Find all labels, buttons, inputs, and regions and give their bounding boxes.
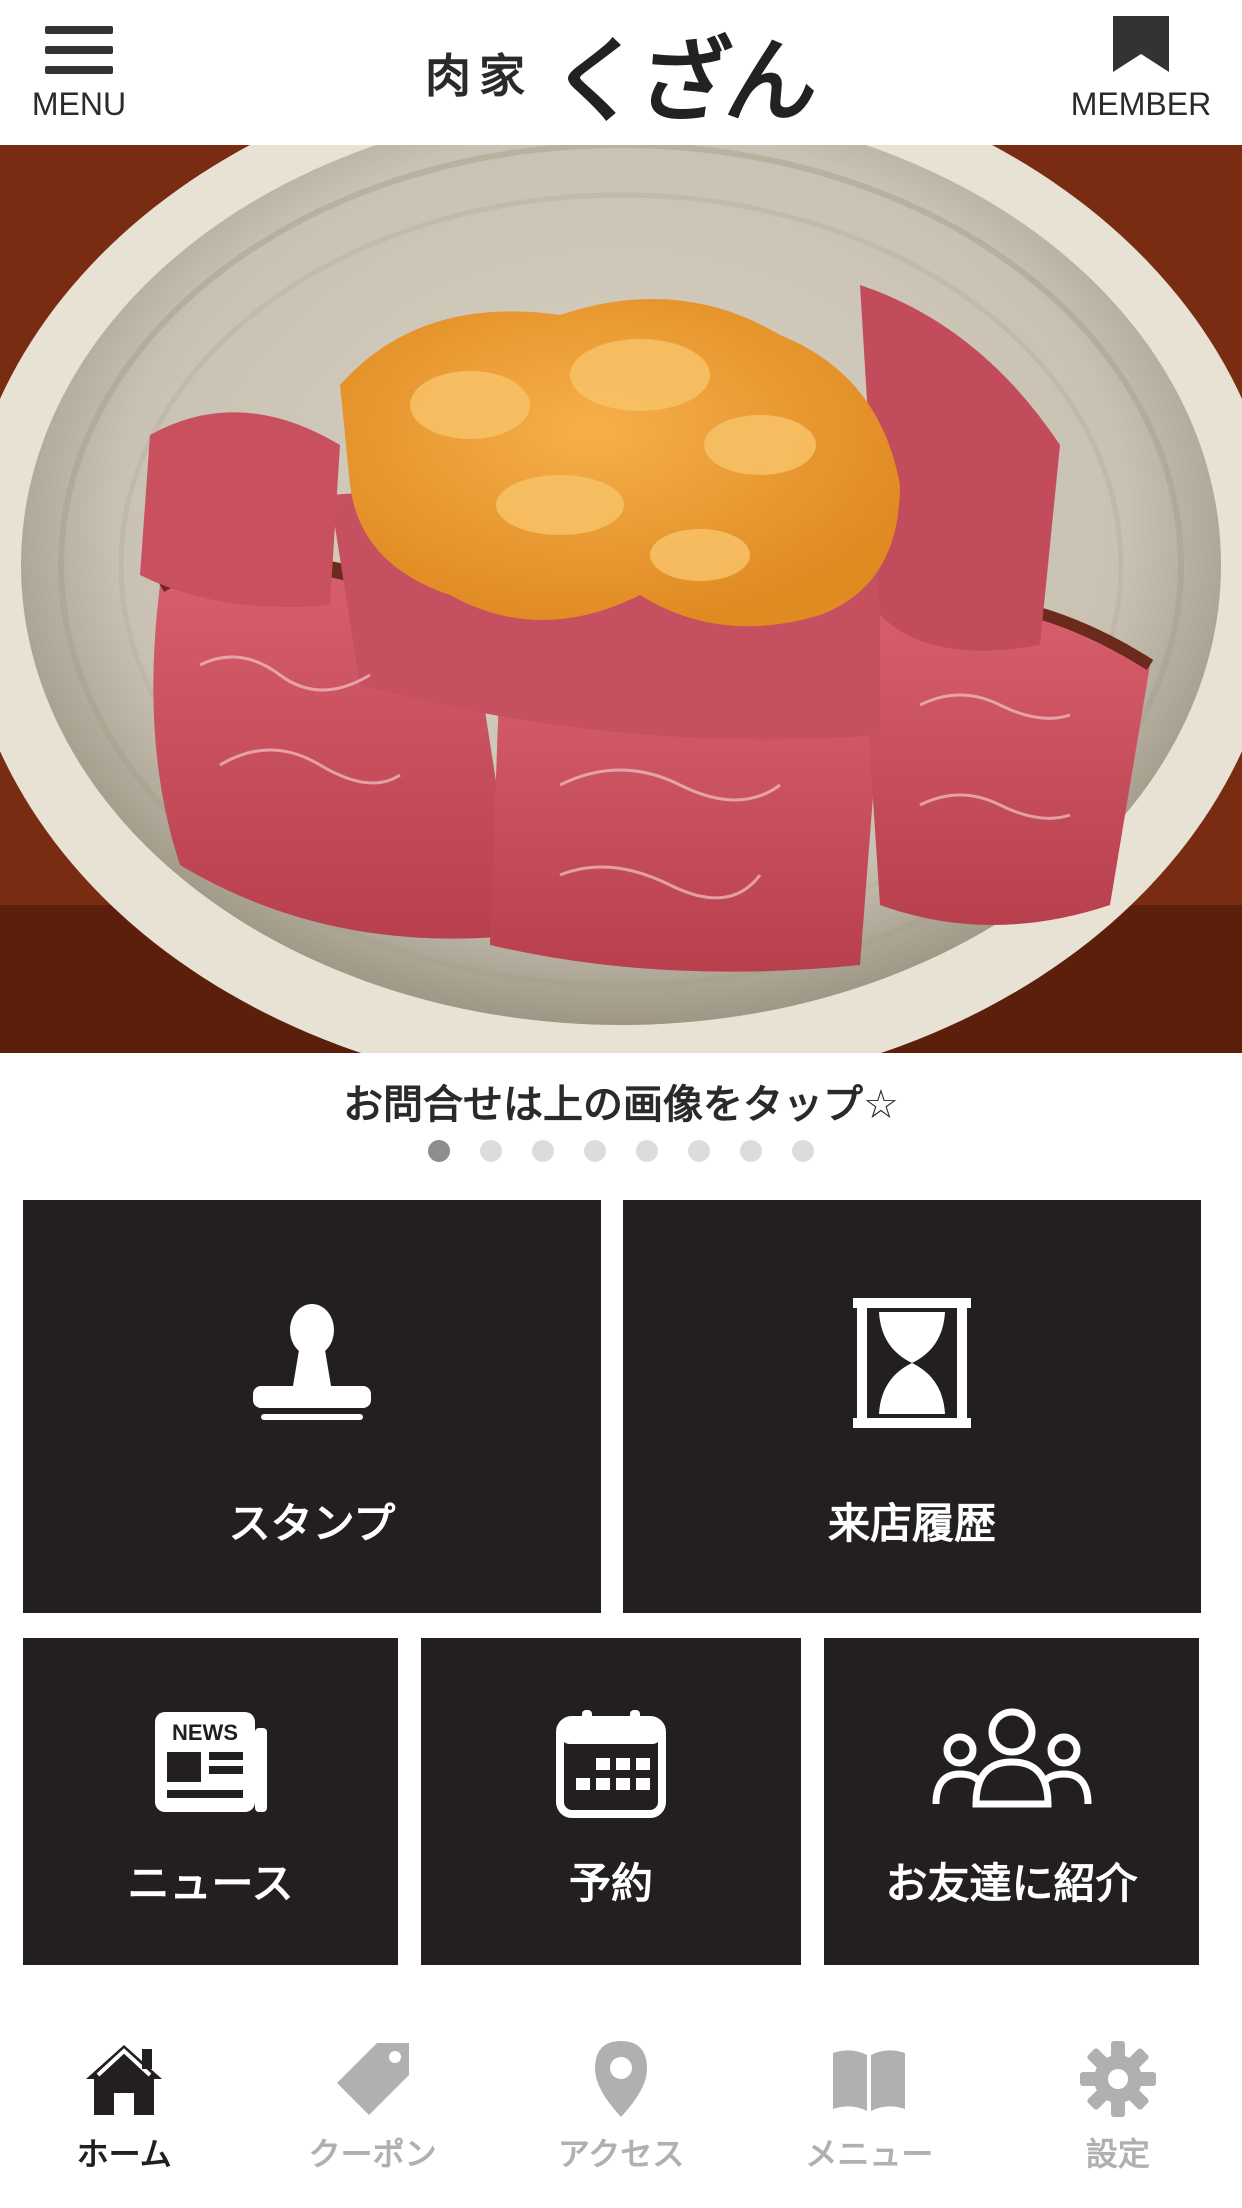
app-header: MENU 肉家 くざん MEMBER: [0, 0, 1242, 145]
tab-home[interactable]: ホーム: [0, 2025, 248, 2208]
menu-button[interactable]: MENU: [24, 0, 134, 145]
hero-banner-image[interactable]: [0, 145, 1242, 1053]
tab-coupon-label: クーポン: [308, 2135, 437, 2173]
tab-settings-label: 設定: [1085, 2135, 1150, 2173]
calendar-icon: [556, 1710, 666, 1818]
group-icon: [932, 1708, 1091, 1808]
carousel-pager[interactable]: [0, 1140, 1242, 1162]
tab-settings[interactable]: 設定: [994, 2025, 1242, 2208]
pager-dot[interactable]: [792, 1140, 814, 1162]
news-icon: NEWS: [154, 1712, 267, 1812]
invite-friend-label: お友達に紹介: [885, 1859, 1138, 1908]
news-label: ニュース: [127, 1859, 294, 1908]
pager-dot[interactable]: [532, 1140, 554, 1162]
tab-home-label: ホーム: [76, 2135, 172, 2173]
news-tile[interactable]: NEWS ニュース: [23, 1638, 398, 1965]
tab-coupon[interactable]: クーポン: [248, 2025, 496, 2208]
logo-small-text: 肉家: [424, 49, 533, 103]
bottom-tab-bar: ホーム クーポン アクセス メニュー 設定: [0, 2025, 1242, 2208]
stamp-label: スタンプ: [228, 1499, 396, 1548]
visit-history-tile[interactable]: 来店履歴: [623, 1200, 1201, 1613]
pager-dot[interactable]: [428, 1140, 450, 1162]
tab-access[interactable]: アクセス: [497, 2025, 745, 2208]
reservation-tile[interactable]: 予約: [421, 1638, 801, 1965]
hourglass-icon: [853, 1298, 971, 1428]
member-label: MEMBER: [1070, 86, 1212, 122]
tab-menu[interactable]: メニュー: [745, 2025, 993, 2208]
map-pin-icon: [595, 2041, 648, 2117]
shop-logo: 肉家 くざん: [420, 18, 820, 135]
stamp-tile[interactable]: スタンプ: [23, 1200, 601, 1613]
pager-dot[interactable]: [480, 1140, 502, 1162]
pager-dot[interactable]: [688, 1140, 710, 1162]
member-button[interactable]: MEMBER: [1066, 0, 1216, 145]
beef-uni-bowl-image: [0, 145, 1242, 1053]
reservation-label: 予約: [568, 1859, 653, 1908]
visit-history-label: 来店履歴: [827, 1499, 996, 1548]
invite-friend-tile[interactable]: お友達に紹介: [824, 1638, 1199, 1965]
gear-icon: [1079, 2041, 1156, 2117]
menu-label: MENU: [31, 86, 127, 122]
tag-icon: [336, 2043, 409, 2115]
pager-dot[interactable]: [636, 1140, 658, 1162]
bookmark-icon: [1113, 16, 1169, 72]
pager-dot[interactable]: [584, 1140, 606, 1162]
home-icon: [86, 2045, 163, 2115]
stamp-icon: [253, 1304, 371, 1420]
book-icon: [833, 2050, 906, 2111]
pager-dot[interactable]: [740, 1140, 762, 1162]
logo-main-text: くざん: [544, 26, 820, 135]
hamburger-icon: [45, 26, 113, 78]
news-icon-text: NEWS: [172, 1720, 238, 1745]
tab-access-label: アクセス: [557, 2135, 685, 2173]
tab-menu-label: メニュー: [805, 2135, 934, 2173]
hero-caption: お問合せは上の画像をタップ☆: [343, 1082, 899, 1128]
